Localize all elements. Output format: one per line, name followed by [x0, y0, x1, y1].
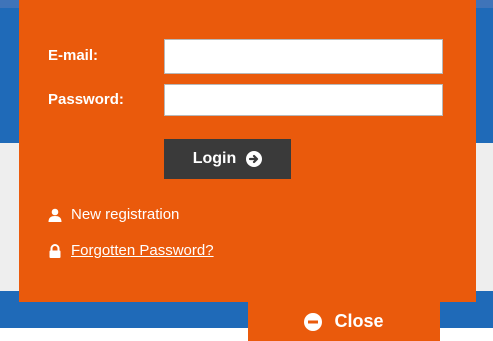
user-icon — [48, 208, 62, 222]
email-label: E-mail: — [48, 47, 99, 64]
login-button-label: Login — [192, 150, 237, 167]
lock-icon — [48, 243, 62, 258]
password-field[interactable] — [164, 84, 443, 116]
circle-minus-icon — [304, 312, 323, 331]
circle-arrow-right-icon — [246, 151, 263, 167]
background-right-gray — [474, 143, 493, 291]
close-button-label: Close — [334, 311, 384, 331]
new-registration-link[interactable]: New registration — [71, 206, 179, 223]
new-registration-row: New registration — [48, 206, 179, 223]
close-button[interactable]: Close — [248, 302, 440, 341]
background-right-blue — [474, 8, 493, 143]
login-panel: E-mail: Password: Login New registration — [19, 0, 476, 302]
forgotten-password-link[interactable]: Forgotten Password? — [71, 242, 214, 259]
login-button[interactable]: Login — [164, 139, 291, 179]
email-field[interactable] — [164, 39, 443, 74]
forgotten-password-row: Forgotten Password? — [48, 242, 214, 259]
password-label: Password: — [48, 91, 124, 108]
